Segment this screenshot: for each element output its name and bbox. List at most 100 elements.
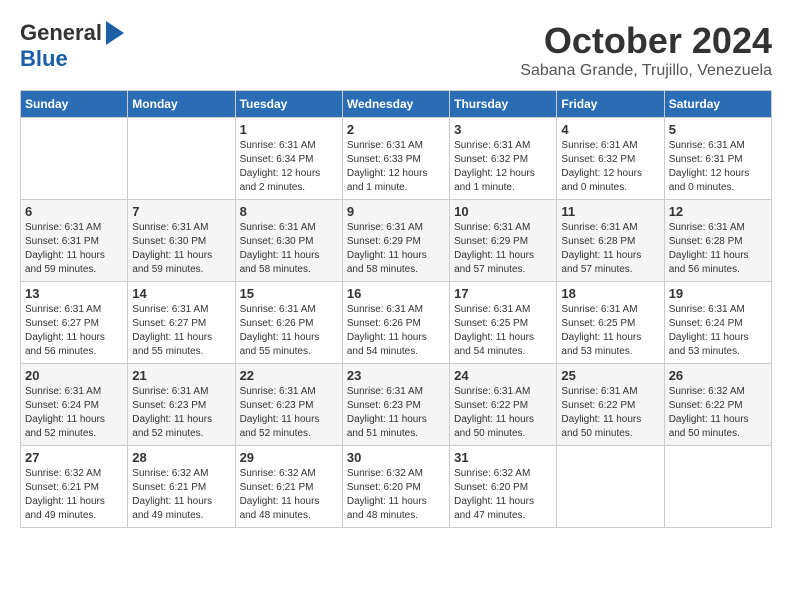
day-info: Sunrise: 6:31 AM Sunset: 6:28 PM Dayligh…	[561, 221, 659, 277]
column-header-monday: Monday	[128, 91, 235, 118]
column-header-wednesday: Wednesday	[342, 91, 449, 118]
month-title: October 2024	[520, 20, 772, 62]
day-number: 3	[454, 122, 552, 137]
calendar-cell: 8Sunrise: 6:31 AM Sunset: 6:30 PM Daylig…	[235, 200, 342, 282]
calendar-cell: 9 Sunrise: 6:31 AM Sunset: 6:29 PM Daylig…	[342, 200, 449, 282]
calendar-cell: 6 Sunrise: 6:31 AM Sunset: 6:31 PM Daylig…	[21, 200, 128, 282]
day-info: Sunrise: 6:31 AM Sunset: 6:29 PM Dayligh…	[347, 221, 445, 277]
day-number: 6	[25, 204, 123, 219]
column-header-thursday: Thursday	[450, 91, 557, 118]
day-info: Sunrise: 6:31 AM Sunset: 6:23 PM Dayligh…	[132, 385, 230, 441]
day-info: Sunrise: 6:31 AM Sunset: 6:27 PM Dayligh…	[132, 303, 230, 359]
day-info: Sunrise: 6:31 AM Sunset: 6:30 PM Dayligh…	[132, 221, 230, 277]
day-info: Sunrise: 6:31 AM Sunset: 6:32 PM Dayligh…	[454, 139, 552, 195]
day-info: Sunrise: 6:31 AM Sunset: 6:31 PM Dayligh…	[669, 139, 767, 195]
calendar-cell	[21, 118, 128, 200]
day-info: Sunrise: 6:31 AM Sunset: 6:33 PM Dayligh…	[347, 139, 445, 195]
calendar-table: SundayMondayTuesdayWednesdayThursdayFrid…	[20, 90, 772, 528]
day-number: 14	[132, 286, 230, 301]
day-number: 26	[669, 368, 767, 383]
day-info: Sunrise: 6:32 AM Sunset: 6:21 PM Dayligh…	[132, 467, 230, 523]
calendar-cell: 12 Sunrise: 6:31 AM Sunset: 6:28 PM Dayli…	[664, 200, 771, 282]
day-info: Sunrise: 6:31 AM Sunset: 6:24 PM Dayligh…	[25, 385, 123, 441]
day-number: 8	[240, 204, 338, 219]
day-number: 7	[132, 204, 230, 219]
calendar-cell: 13 Sunrise: 6:31 AM Sunset: 6:27 PM Dayli…	[21, 282, 128, 364]
calendar-cell: 16 Sunrise: 6:31 AM Sunset: 6:26 PM Dayli…	[342, 282, 449, 364]
day-number: 22	[240, 368, 338, 383]
calendar-cell: 7 Sunrise: 6:31 AM Sunset: 6:30 PM Daylig…	[128, 200, 235, 282]
title-section: October 2024 Sabana Grande, Trujillo, Ve…	[520, 20, 772, 80]
day-number: 18	[561, 286, 659, 301]
day-info: Sunrise: 6:31 AM Sunset: 6:25 PM Dayligh…	[454, 303, 552, 359]
day-info: Sunrise: 6:31 AM Sunset: 6:27 PM Dayligh…	[25, 303, 123, 359]
day-number: 19	[669, 286, 767, 301]
calendar-cell: 11 Sunrise: 6:31 AM Sunset: 6:28 PM Dayli…	[557, 200, 664, 282]
calendar-week-row: 6 Sunrise: 6:31 AM Sunset: 6:31 PM Daylig…	[21, 200, 772, 282]
day-number: 31	[454, 450, 552, 465]
day-number: 29	[240, 450, 338, 465]
calendar-cell: 1Sunrise: 6:31 AM Sunset: 6:34 PM Daylig…	[235, 118, 342, 200]
day-number: 5	[669, 122, 767, 137]
day-info: Sunrise: 6:32 AM Sunset: 6:20 PM Dayligh…	[347, 467, 445, 523]
calendar-cell	[664, 446, 771, 528]
column-header-saturday: Saturday	[664, 91, 771, 118]
day-info: Sunrise: 6:31 AM Sunset: 6:26 PM Dayligh…	[347, 303, 445, 359]
day-info: Sunrise: 6:31 AM Sunset: 6:24 PM Dayligh…	[669, 303, 767, 359]
calendar-cell: 19 Sunrise: 6:31 AM Sunset: 6:24 PM Dayli…	[664, 282, 771, 364]
day-info: Sunrise: 6:31 AM Sunset: 6:34 PM Dayligh…	[240, 139, 338, 195]
calendar-week-row: 1Sunrise: 6:31 AM Sunset: 6:34 PM Daylig…	[21, 118, 772, 200]
calendar-cell: 29 Sunrise: 6:32 AM Sunset: 6:21 PM Dayli…	[235, 446, 342, 528]
day-number: 13	[25, 286, 123, 301]
calendar-cell	[557, 446, 664, 528]
day-number: 12	[669, 204, 767, 219]
day-number: 30	[347, 450, 445, 465]
day-info: Sunrise: 6:32 AM Sunset: 6:21 PM Dayligh…	[25, 467, 123, 523]
calendar-cell: 3 Sunrise: 6:31 AM Sunset: 6:32 PM Daylig…	[450, 118, 557, 200]
day-number: 15	[240, 286, 338, 301]
day-number: 28	[132, 450, 230, 465]
logo-blue: Blue	[20, 46, 68, 72]
day-number: 2	[347, 122, 445, 137]
calendar-cell: 5 Sunrise: 6:31 AM Sunset: 6:31 PM Daylig…	[664, 118, 771, 200]
calendar-cell: 31Sunrise: 6:32 AM Sunset: 6:20 PM Dayli…	[450, 446, 557, 528]
calendar-cell: 24Sunrise: 6:31 AM Sunset: 6:22 PM Dayli…	[450, 364, 557, 446]
calendar-cell: 22 Sunrise: 6:31 AM Sunset: 6:23 PM Dayli…	[235, 364, 342, 446]
calendar-cell: 14 Sunrise: 6:31 AM Sunset: 6:27 PM Dayli…	[128, 282, 235, 364]
calendar-week-row: 20 Sunrise: 6:31 AM Sunset: 6:24 PM Dayli…	[21, 364, 772, 446]
day-number: 16	[347, 286, 445, 301]
day-number: 20	[25, 368, 123, 383]
day-info: Sunrise: 6:31 AM Sunset: 6:23 PM Dayligh…	[347, 385, 445, 441]
day-number: 9	[347, 204, 445, 219]
calendar-cell: 18 Sunrise: 6:31 AM Sunset: 6:25 PM Dayli…	[557, 282, 664, 364]
day-info: Sunrise: 6:31 AM Sunset: 6:22 PM Dayligh…	[561, 385, 659, 441]
day-info: Sunrise: 6:31 AM Sunset: 6:26 PM Dayligh…	[240, 303, 338, 359]
calendar-week-row: 13 Sunrise: 6:31 AM Sunset: 6:27 PM Dayli…	[21, 282, 772, 364]
calendar-cell: 30 Sunrise: 6:32 AM Sunset: 6:20 PM Dayli…	[342, 446, 449, 528]
column-header-tuesday: Tuesday	[235, 91, 342, 118]
day-info: Sunrise: 6:31 AM Sunset: 6:23 PM Dayligh…	[240, 385, 338, 441]
day-info: Sunrise: 6:31 AM Sunset: 6:25 PM Dayligh…	[561, 303, 659, 359]
day-number: 25	[561, 368, 659, 383]
calendar-week-row: 27 Sunrise: 6:32 AM Sunset: 6:21 PM Dayli…	[21, 446, 772, 528]
day-info: Sunrise: 6:31 AM Sunset: 6:29 PM Dayligh…	[454, 221, 552, 277]
calendar-cell: 10Sunrise: 6:31 AM Sunset: 6:29 PM Dayli…	[450, 200, 557, 282]
calendar-cell	[128, 118, 235, 200]
day-number: 4	[561, 122, 659, 137]
day-number: 11	[561, 204, 659, 219]
calendar-header-row: SundayMondayTuesdayWednesdayThursdayFrid…	[21, 91, 772, 118]
calendar-cell: 21Sunrise: 6:31 AM Sunset: 6:23 PM Dayli…	[128, 364, 235, 446]
calendar-cell: 15 Sunrise: 6:31 AM Sunset: 6:26 PM Dayli…	[235, 282, 342, 364]
logo: General Blue	[20, 20, 124, 72]
day-number: 17	[454, 286, 552, 301]
day-number: 24	[454, 368, 552, 383]
day-info: Sunrise: 6:32 AM Sunset: 6:22 PM Dayligh…	[669, 385, 767, 441]
day-info: Sunrise: 6:31 AM Sunset: 6:31 PM Dayligh…	[25, 221, 123, 277]
day-number: 27	[25, 450, 123, 465]
calendar-cell: 28 Sunrise: 6:32 AM Sunset: 6:21 PM Dayli…	[128, 446, 235, 528]
location: Sabana Grande, Trujillo, Venezuela	[520, 62, 772, 80]
day-info: Sunrise: 6:32 AM Sunset: 6:21 PM Dayligh…	[240, 467, 338, 523]
column-header-sunday: Sunday	[21, 91, 128, 118]
day-info: Sunrise: 6:31 AM Sunset: 6:28 PM Dayligh…	[669, 221, 767, 277]
calendar-cell: 25 Sunrise: 6:31 AM Sunset: 6:22 PM Dayli…	[557, 364, 664, 446]
